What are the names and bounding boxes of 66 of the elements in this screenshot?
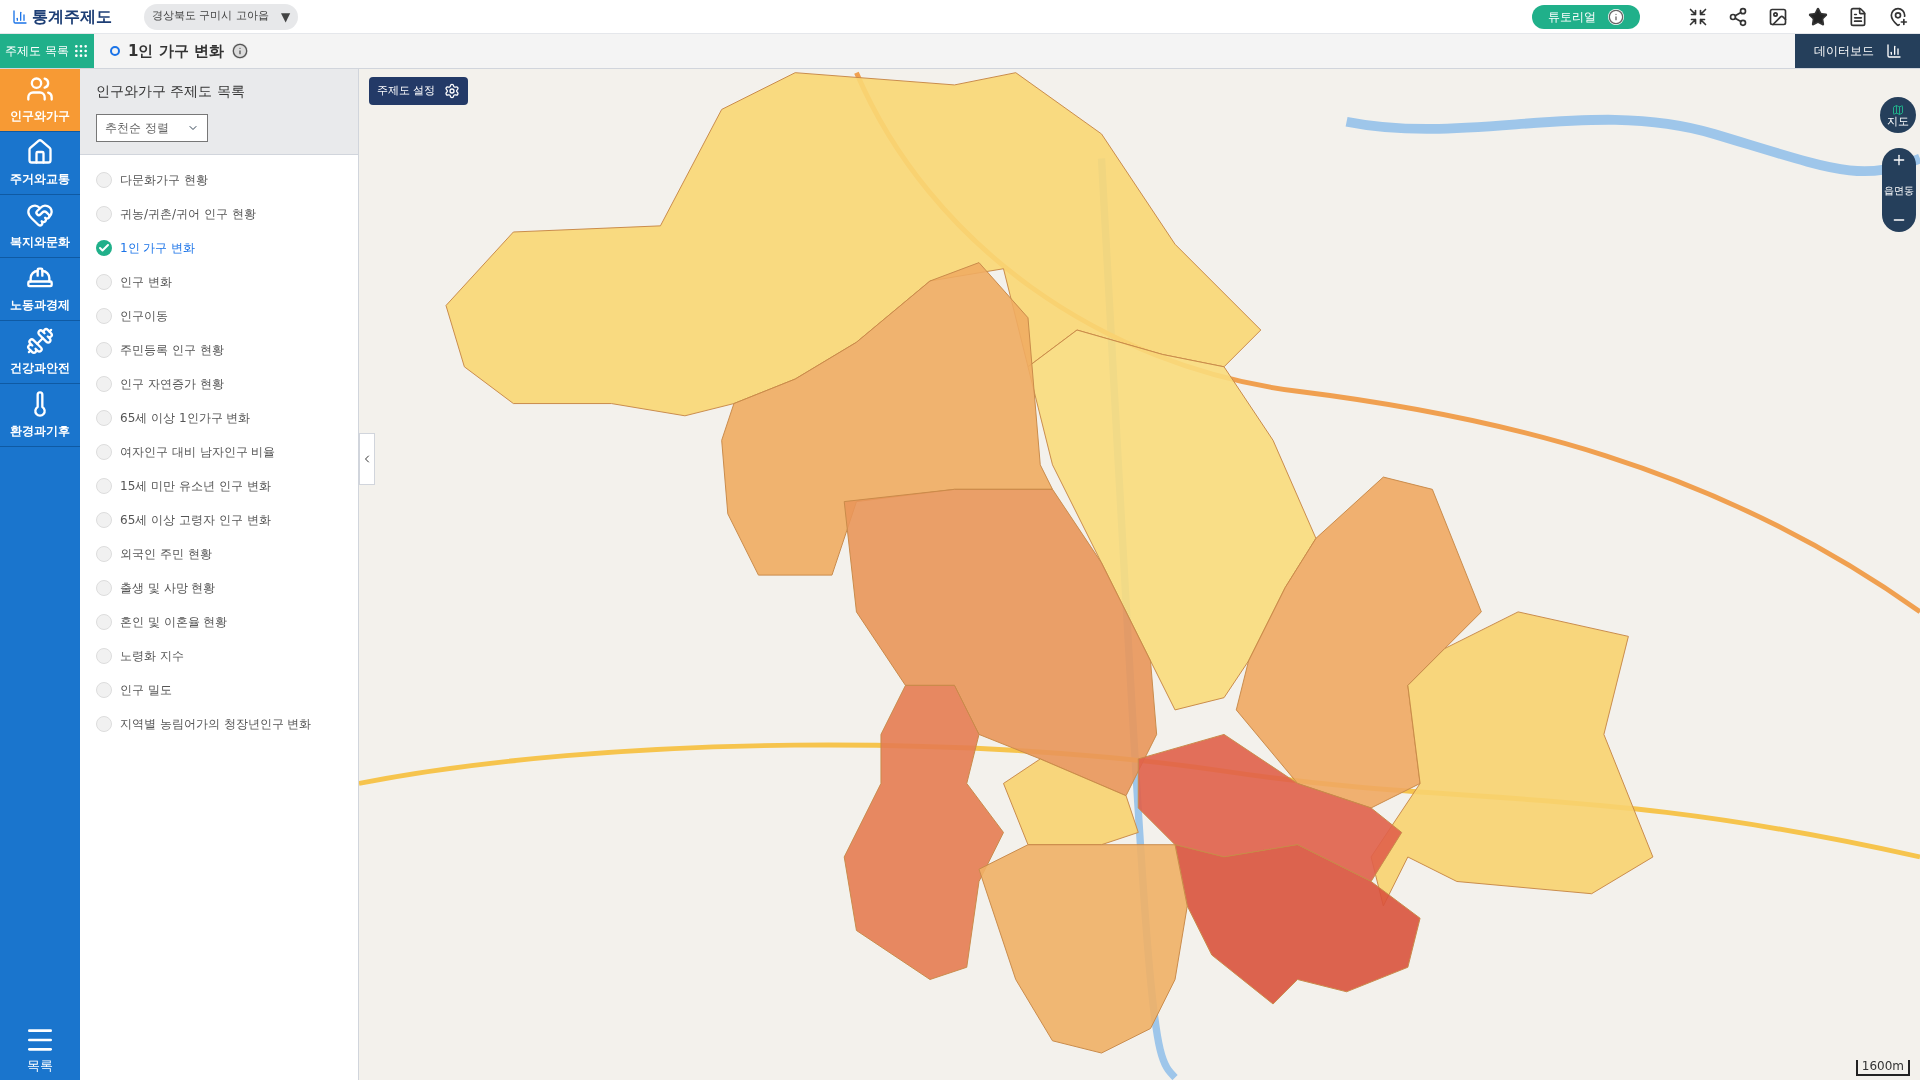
theme-list-item[interactable]: 외국인 주민 현황 bbox=[80, 537, 358, 571]
theme-list-item[interactable]: 주민등록 인구 현황 bbox=[80, 333, 358, 367]
theme-label: 다문화가구 현황 bbox=[120, 172, 208, 189]
theme-list-item[interactable]: 출생 및 사망 현황 bbox=[80, 571, 358, 605]
theme-label: 65세 이상 고령자 인구 변화 bbox=[120, 512, 271, 529]
shrink-icon[interactable] bbox=[1688, 6, 1708, 27]
theme-list-item[interactable]: 혼인 및 이혼율 현황 bbox=[80, 605, 358, 639]
theme-list-item[interactable]: 노령화 지수 bbox=[80, 639, 358, 673]
zoom-level-label: 읍면동 bbox=[1884, 183, 1914, 198]
theme-list-item[interactable]: 1인 가구 변화 bbox=[80, 231, 358, 265]
map-pin-plus-icon[interactable] bbox=[1888, 6, 1908, 27]
house-icon bbox=[26, 138, 54, 166]
theme-list-item[interactable]: 15세 미만 유소년 인구 변화 bbox=[80, 469, 358, 503]
theme-list-item[interactable]: 인구이동 bbox=[80, 299, 358, 333]
theme-label: 인구 밀도 bbox=[120, 682, 172, 699]
weightlifter-icon bbox=[26, 327, 54, 355]
theme-list-item[interactable]: 귀농/귀촌/귀어 인구 현황 bbox=[80, 197, 358, 231]
share-icon[interactable] bbox=[1728, 6, 1748, 27]
logo-text: 통계주제도 bbox=[32, 5, 112, 28]
theme-label: 인구이동 bbox=[120, 308, 168, 325]
care-icon bbox=[26, 201, 54, 229]
theme-label: 귀농/귀촌/귀어 인구 현황 bbox=[120, 206, 256, 223]
theme-label: 혼인 및 이혼율 현황 bbox=[120, 614, 228, 631]
theme-label: 1인 가구 변화 bbox=[120, 240, 196, 257]
theme-label: 노령화 지수 bbox=[120, 648, 184, 665]
theme-label: 15세 미만 유소년 인구 변화 bbox=[120, 478, 271, 495]
sort-dropdown[interactable]: 추천순 정렬 bbox=[96, 114, 208, 142]
scale-bar: 1600m bbox=[1855, 1060, 1910, 1076]
theme-list-item[interactable]: 다문화가구 현황 bbox=[80, 163, 358, 197]
theme-list-item[interactable]: 인구 변화 bbox=[80, 265, 358, 299]
people-icon bbox=[26, 75, 54, 103]
theme-list-item[interactable]: 65세 이상 고령자 인구 변화 bbox=[80, 503, 358, 537]
theme-settings-button[interactable]: 주제도 설정 bbox=[369, 77, 468, 105]
theme-list-item[interactable]: 인구 밀도 bbox=[80, 673, 358, 707]
zoom-in-icon[interactable] bbox=[1891, 152, 1907, 168]
star-icon[interactable] bbox=[1808, 6, 1828, 27]
theme-label: 65세 이상 1인가구 변화 bbox=[120, 410, 251, 427]
grid-icon bbox=[72, 43, 89, 59]
theme-list-item[interactable]: 여자인구 대비 남자인구 비율 bbox=[80, 435, 358, 469]
theme-label: 출생 및 사망 현황 bbox=[120, 580, 216, 597]
settings-icon bbox=[443, 83, 460, 99]
dashboard-button[interactable]: 데이터보드 bbox=[1795, 34, 1920, 68]
theme-label: 여자인구 대비 남자인구 비율 bbox=[120, 444, 276, 461]
theme-list-item[interactable]: 지역별 농림어가의 청장년인구 변화 bbox=[80, 707, 358, 741]
theme-label: 인구 자연증가 현황 bbox=[120, 376, 224, 393]
panel-title: 인구와가구 주제도 목록 bbox=[96, 82, 246, 101]
theme-label: 외국인 주민 현황 bbox=[120, 546, 212, 563]
bar-chart-icon bbox=[12, 8, 28, 25]
document-icon[interactable] bbox=[1848, 6, 1868, 27]
image-icon[interactable] bbox=[1768, 6, 1788, 27]
theme-label: 지역별 농림어가의 청장년인구 변화 bbox=[120, 716, 312, 733]
region-text: 경상북도 구미시 고아읍 bbox=[152, 8, 269, 25]
region-selector[interactable]: 경상북도 구미시 고아읍 ▼ bbox=[144, 3, 299, 30]
info-icon bbox=[1608, 8, 1624, 25]
theme-label: 주민등록 인구 현황 bbox=[120, 342, 224, 359]
theme-list-item[interactable]: 65세 이상 1인가구 변화 bbox=[80, 401, 358, 435]
panel-collapse-handle[interactable] bbox=[359, 433, 375, 485]
map-icon bbox=[1892, 103, 1904, 116]
theme-list-item[interactable]: 인구 자연증가 현황 bbox=[80, 367, 358, 401]
ring-icon bbox=[110, 46, 120, 56]
info-icon[interactable] bbox=[231, 43, 248, 59]
bar-chart-icon bbox=[1885, 43, 1902, 59]
caret-icon: ▼ bbox=[281, 7, 291, 26]
current-theme-title: 1인 가구 변화 bbox=[128, 40, 224, 62]
theme-label: 인구 변화 bbox=[120, 274, 172, 291]
menu-button[interactable]: 목록 bbox=[0, 1020, 80, 1080]
